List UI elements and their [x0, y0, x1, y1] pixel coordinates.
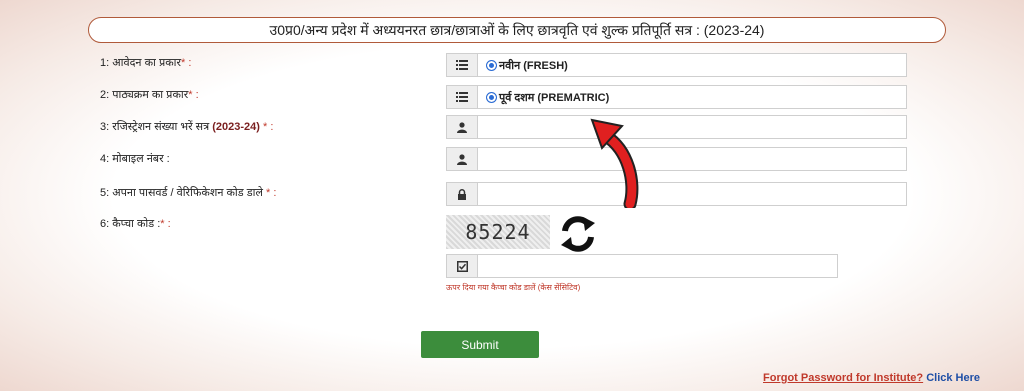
submit-button[interactable]: Submit [421, 331, 539, 358]
course-type-label-text: 2: पाठ्यक्रम का प्रकार [100, 89, 189, 101]
password-input[interactable] [478, 183, 906, 205]
registration-input[interactable] [478, 116, 906, 138]
radio-selected-icon[interactable] [486, 59, 497, 71]
required-mark: * : [188, 89, 199, 101]
registration-label: 3: रजिस्ट्रेशन संख्या भरें सत्र (2023-24… [100, 119, 273, 134]
user-icon [447, 116, 478, 138]
radio-selected-icon[interactable] [486, 91, 497, 103]
application-type-label-text: 1: आवेदन का प्रकार [100, 57, 181, 69]
red-arrow-annotation [590, 118, 639, 208]
captcha-field[interactable] [446, 254, 838, 278]
required-mark: * : [181, 57, 192, 69]
required-mark: * : [259, 121, 274, 133]
click-here-link[interactable]: Click Here [926, 372, 980, 384]
registration-label-text: 3: रजिस्ट्रेशन संख्या भरें सत्र [100, 121, 210, 133]
course-type-value: पूर्व दशम (PREMATRIC) [499, 91, 610, 104]
captcha-image: 85224 [446, 215, 550, 249]
captcha-hint: ऊपर दिया गया कैप्चा कोड डालें (केस सेंसि… [446, 283, 581, 292]
mobile-input[interactable] [478, 148, 906, 170]
captcha-code: 85224 [465, 220, 531, 244]
check-square-icon [447, 255, 478, 277]
required-mark: * : [160, 218, 171, 230]
course-type-option[interactable]: पूर्व दशम (PREMATRIC) [478, 86, 906, 108]
user-icon [447, 148, 478, 170]
refresh-icon[interactable] [557, 214, 599, 254]
forgot-password-link[interactable]: Forgot Password for Institute? [763, 372, 923, 384]
password-label-text: 5: अपना पासवर्ड / वेरिफिकेशन कोड डाले [100, 187, 263, 199]
registration-field[interactable] [446, 115, 907, 139]
forgot-password: Forgot Password for Institute? Click Her… [763, 372, 980, 384]
password-field[interactable] [446, 182, 907, 206]
mobile-field[interactable] [446, 147, 907, 171]
page-title: उ0प्र0/अन्य प्रदेश में अध्ययनरत छात्र/छा… [88, 17, 946, 43]
application-type-value: नवीन (FRESH) [499, 59, 568, 72]
session-text: (2023-24) [212, 121, 260, 133]
mobile-label: 4: मोबाइल नंबर : [100, 153, 170, 165]
lock-icon [447, 183, 478, 205]
captcha-label-text: 6: कैप्चा कोड : [100, 218, 161, 230]
list-icon [447, 86, 478, 108]
application-type-select[interactable]: नवीन (FRESH) [446, 53, 907, 77]
captcha-input[interactable] [478, 255, 837, 277]
required-mark: * : [262, 187, 277, 199]
captcha-label: 6: कैप्चा कोड :* : [100, 216, 171, 231]
course-type-select[interactable]: पूर्व दशम (PREMATRIC) [446, 85, 907, 109]
password-label: 5: अपना पासवर्ड / वेरिफिकेशन कोड डाले * … [100, 185, 276, 200]
list-icon [447, 54, 478, 76]
application-type-label: 1: आवेदन का प्रकार* : [100, 55, 191, 70]
course-type-label: 2: पाठ्यक्रम का प्रकार* : [100, 87, 199, 102]
application-type-option[interactable]: नवीन (FRESH) [478, 54, 906, 76]
